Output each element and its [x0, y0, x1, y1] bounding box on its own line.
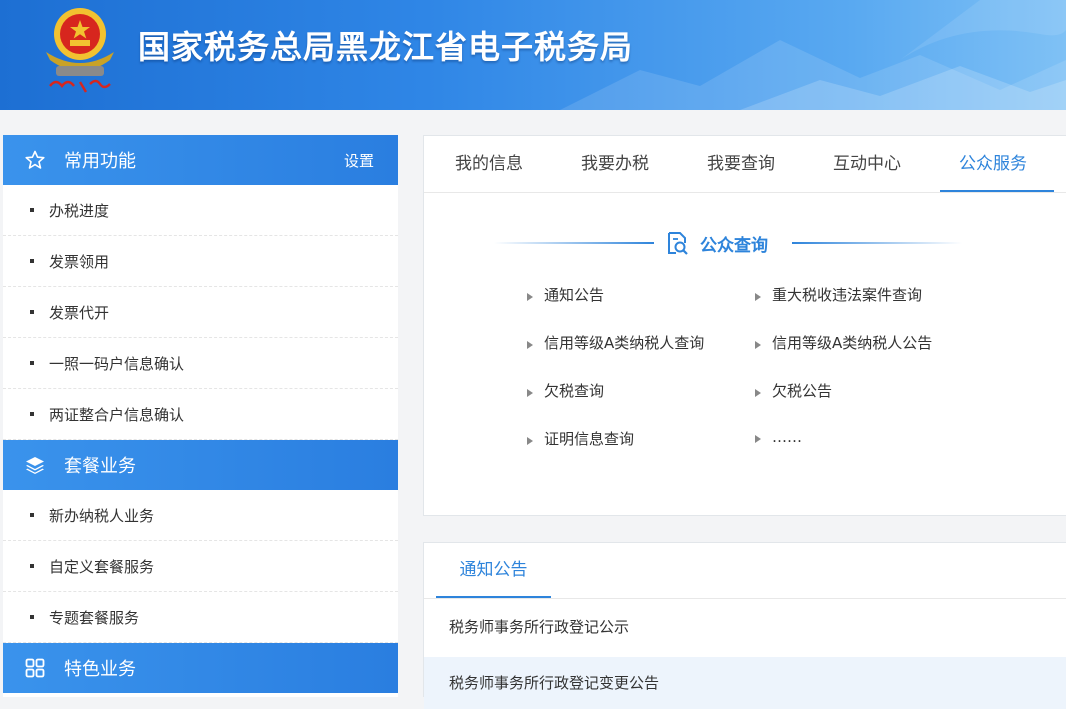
notice-panel: 通知公告 税务师事务所行政登记公示 税务师事务所行政登记变更公告 — [423, 542, 1066, 709]
sidebar-item[interactable]: 新办纳税人业务 — [3, 490, 398, 541]
sidebar: 常用功能 设置 办税进度 发票领用 发票代开 一照一码户信息确认 两证整合户信息… — [3, 135, 398, 697]
arrow-right-icon — [527, 292, 533, 301]
site-title: 国家税务总局黑龙江省电子税务局 — [138, 28, 634, 66]
link-label: 证明信息查询 — [544, 430, 635, 448]
tab-my-info[interactable]: 我的信息 — [455, 136, 523, 192]
layers-icon — [24, 454, 46, 476]
link-more[interactable]: …… — [755, 428, 802, 446]
link-label: 重大税收违法案件查询 — [772, 286, 923, 304]
sidebar-section-featured[interactable]: 特色业务 — [3, 643, 398, 693]
link-label: 信用等级A类纳税人公告 — [772, 334, 933, 352]
tab-notices[interactable]: 通知公告 — [436, 543, 551, 598]
arrow-right-icon — [527, 340, 533, 349]
bullet-icon — [30, 513, 34, 517]
arrow-right-icon — [527, 436, 533, 445]
sidebar-item[interactable]: 一照一码户信息确认 — [3, 338, 398, 389]
link-credit-a-query[interactable]: 信用等级A类纳税人查询 — [527, 332, 704, 353]
sidebar-item[interactable]: 自定义套餐服务 — [3, 541, 398, 592]
tax-emblem-logo — [46, 8, 114, 93]
tab-public-service[interactable]: 公众服务 — [959, 136, 1027, 192]
link-credit-a-notice[interactable]: 信用等级A类纳税人公告 — [755, 332, 932, 353]
main-tabs: 我的信息 我要办税 我要查询 互动中心 公众服务 — [424, 136, 1066, 193]
grid-icon — [24, 657, 46, 679]
sidebar-section-label: 常用功能 — [64, 151, 136, 172]
title-divider-right — [792, 242, 962, 244]
link-certificate-query[interactable]: 证明信息查询 — [527, 428, 634, 449]
link-label: 通知公告 — [544, 286, 605, 304]
sidebar-item-label: 发票代开 — [49, 303, 110, 322]
bullet-icon — [30, 310, 34, 314]
sidebar-item[interactable]: 专题套餐服务 — [3, 592, 398, 643]
tab-file-taxes[interactable]: 我要办税 — [581, 136, 649, 192]
link-label: 信用等级A类纳税人查询 — [544, 334, 705, 352]
arrow-right-icon — [527, 388, 533, 397]
sidebar-section-common[interactable]: 常用功能 设置 — [3, 135, 398, 185]
sidebar-item-label: 新办纳税人业务 — [49, 506, 155, 525]
sidebar-item[interactable]: 发票代开 — [3, 287, 398, 338]
link-notice[interactable]: 通知公告 — [527, 284, 604, 305]
sidebar-section-label: 特色业务 — [64, 659, 136, 680]
link-arrears-notice[interactable]: 欠税公告 — [755, 380, 832, 401]
sidebar-item[interactable]: 两证整合户信息确认 — [3, 389, 398, 440]
link-label: …… — [772, 428, 802, 446]
section-title-text: 公众查询 — [700, 236, 768, 256]
sidebar-item-label: 两证整合户信息确认 — [49, 405, 185, 424]
sidebar-section-label: 套餐业务 — [64, 456, 136, 477]
tab-interaction[interactable]: 互动中心 — [833, 136, 901, 192]
link-arrears-query[interactable]: 欠税查询 — [527, 380, 604, 401]
arrow-right-icon — [755, 340, 761, 349]
link-major-violation[interactable]: 重大税收违法案件查询 — [755, 284, 922, 305]
bullet-icon — [30, 412, 34, 416]
sidebar-item[interactable]: 发票领用 — [3, 236, 398, 287]
sidebar-item[interactable]: 办税进度 — [3, 185, 398, 236]
arrow-right-icon — [755, 292, 761, 301]
main-panel: 我的信息 我要办税 我要查询 互动中心 公众服务 公众查询 通知公告 重大税收违… — [423, 135, 1066, 516]
active-tab-indicator — [940, 190, 1054, 192]
bullet-icon — [30, 208, 34, 212]
bullet-icon — [30, 361, 34, 365]
sidebar-item-label: 办税进度 — [49, 201, 110, 220]
title-divider-left — [494, 242, 654, 244]
site-header: 国家税务总局黑龙江省电子税务局 — [0, 0, 1066, 110]
sidebar-item-label: 自定义套餐服务 — [49, 557, 155, 576]
notice-row[interactable]: 税务师事务所行政登记变更公告 — [424, 657, 1066, 709]
arrow-right-icon — [755, 435, 761, 443]
sidebar-section-package[interactable]: 套餐业务 — [3, 440, 398, 490]
section-title: 公众查询 — [424, 230, 1066, 256]
bullet-icon — [30, 615, 34, 619]
sidebar-item-label: 专题套餐服务 — [49, 608, 140, 627]
settings-link[interactable]: 设置 — [344, 150, 374, 171]
search-doc-icon — [668, 232, 688, 255]
arrow-right-icon — [755, 388, 761, 397]
tab-query[interactable]: 我要查询 — [707, 136, 775, 192]
notice-row[interactable]: 税务师事务所行政登记公示 — [424, 601, 1066, 653]
link-label: 欠税查询 — [544, 382, 605, 400]
star-icon — [24, 149, 46, 171]
sidebar-item-label: 发票领用 — [49, 252, 110, 271]
divider — [424, 598, 1066, 599]
bullet-icon — [30, 259, 34, 263]
sidebar-item-label: 一照一码户信息确认 — [49, 354, 185, 373]
link-label: 欠税公告 — [772, 382, 833, 400]
bullet-icon — [30, 564, 34, 568]
